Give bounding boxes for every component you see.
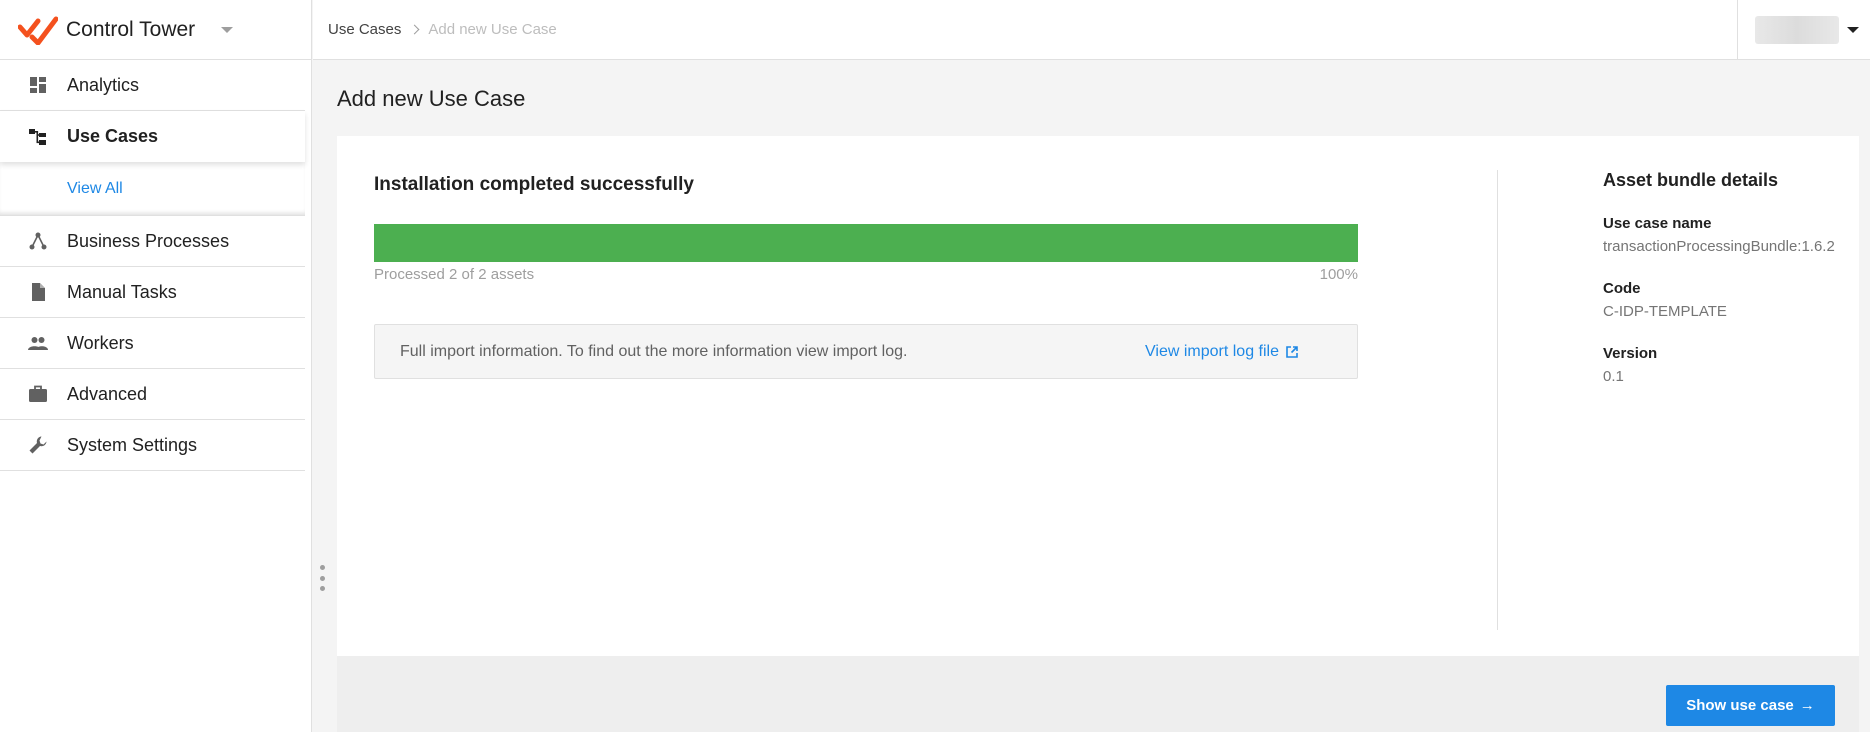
use-case-name-value: transactionProcessingBundle:1.6.2 xyxy=(1603,238,1835,255)
code-label: Code xyxy=(1603,280,1641,297)
progress-bar xyxy=(374,224,1358,262)
install-status-title: Installation completed successfully xyxy=(374,174,694,195)
top-bar: Use Cases Add new Use Case xyxy=(313,0,1870,60)
sidebar-item-use-cases[interactable]: Use Cases xyxy=(0,111,305,162)
sidebar-item-workers[interactable]: Workers xyxy=(0,318,305,369)
handle-dot xyxy=(319,575,325,581)
chevron-right-icon xyxy=(409,24,420,35)
hierarchy-icon xyxy=(28,127,48,147)
chevron-down-icon xyxy=(1847,27,1859,33)
handle-dot xyxy=(319,565,325,570)
show-use-case-button[interactable]: Show use case → xyxy=(1666,685,1835,726)
sidebar: Control Tower Analytics Use Cases View A… xyxy=(0,0,312,732)
brand-name: Control Tower xyxy=(66,17,196,41)
document-icon xyxy=(28,282,48,302)
people-icon xyxy=(28,333,48,353)
process-icon xyxy=(28,231,48,251)
sidebar-item-advanced[interactable]: Advanced xyxy=(0,369,305,420)
breadcrumb: Use Cases Add new Use Case xyxy=(313,21,557,38)
brand-header[interactable]: Control Tower xyxy=(0,0,311,60)
sidebar-item-label: Workers xyxy=(67,332,134,353)
sidebar-subnav: View All xyxy=(0,162,305,216)
version-value: 0.1 xyxy=(1603,368,1624,385)
breadcrumb-current: Add new Use Case xyxy=(428,21,557,38)
sidebar-item-label: Analytics xyxy=(67,74,140,95)
sidebar-item-label: Use Cases xyxy=(67,126,159,146)
sidebar-item-label: Manual Tasks xyxy=(67,281,177,302)
sidebar-item-business-processes[interactable]: Business Processes xyxy=(0,216,305,267)
asset-bundle-details: Asset bundle details Use case name trans… xyxy=(1603,170,1835,410)
details-title: Asset bundle details xyxy=(1603,170,1779,190)
wrench-icon xyxy=(28,435,48,455)
sidebar-item-label: Advanced xyxy=(67,383,148,404)
handle-dot xyxy=(319,586,325,591)
use-case-name-label: Use case name xyxy=(1603,215,1712,232)
progress-fill xyxy=(374,224,1358,262)
brand-dropdown-icon[interactable] xyxy=(221,26,234,33)
import-info-text: Full import information. To find out the… xyxy=(400,342,908,360)
sidebar-resize-handle[interactable] xyxy=(319,565,325,591)
avatar xyxy=(1755,16,1839,44)
dashboard-icon xyxy=(28,75,48,95)
version-label: Version xyxy=(1603,345,1658,362)
code-value: C-IDP-TEMPLATE xyxy=(1603,303,1727,320)
sidebar-item-label: System Settings xyxy=(67,434,198,455)
sidebar-subitem-view-all[interactable]: View All xyxy=(67,180,123,198)
briefcase-icon xyxy=(28,384,48,404)
arrow-right-icon: → xyxy=(1799,697,1815,714)
divider xyxy=(1497,170,1498,630)
footer-bar: Show use case → xyxy=(337,656,1859,732)
view-import-log-link[interactable]: View import log file xyxy=(1145,325,1299,378)
page-title: Add new Use Case xyxy=(337,86,526,111)
user-menu[interactable] xyxy=(1737,0,1870,60)
progress-percent: 100% xyxy=(1319,266,1358,283)
external-link-icon xyxy=(1286,345,1298,358)
brand-logo-icon xyxy=(18,16,58,45)
show-use-case-label: Show use case xyxy=(1686,697,1794,714)
sidebar-item-analytics[interactable]: Analytics xyxy=(0,60,305,111)
sidebar-item-manual-tasks[interactable]: Manual Tasks xyxy=(0,267,305,318)
sidebar-item-system-settings[interactable]: System Settings xyxy=(0,420,305,471)
install-card: Installation completed successfully Proc… xyxy=(337,136,1859,656)
breadcrumb-use-cases[interactable]: Use Cases xyxy=(328,21,401,38)
log-link-label: View import log file xyxy=(1145,342,1279,360)
import-info-box: Full import information. To find out the… xyxy=(374,324,1358,379)
sidebar-item-label: Business Processes xyxy=(67,230,230,251)
